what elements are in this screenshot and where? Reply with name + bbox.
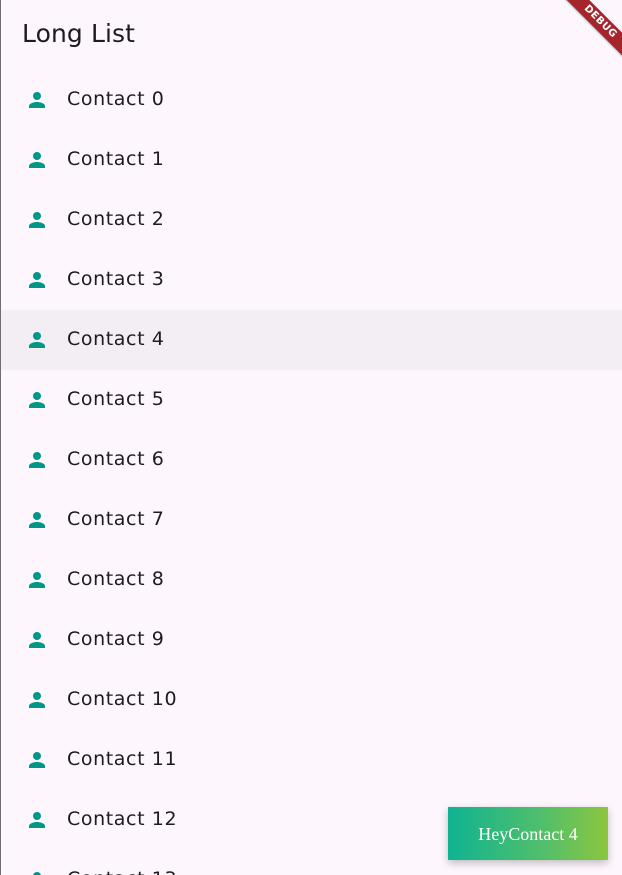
contact-name: Contact 8 — [67, 568, 165, 590]
contact-name: Contact 10 — [67, 688, 178, 710]
contact-name: Contact 6 — [67, 448, 165, 470]
person-icon — [25, 748, 49, 772]
list-item[interactable]: Contact 5 — [1, 370, 622, 430]
contact-name: Contact 4 — [67, 328, 165, 350]
hey-contact-button-label: HeyContact 4 — [478, 823, 578, 844]
list-item[interactable]: Contact 4 — [1, 310, 622, 370]
person-icon — [25, 148, 49, 172]
contact-name: Contact 7 — [67, 508, 165, 530]
person-icon — [25, 688, 49, 712]
person-icon — [25, 628, 49, 652]
list-item[interactable]: Contact 3 — [1, 250, 622, 310]
list-item[interactable]: Contact 0 — [1, 70, 622, 130]
list-item[interactable]: Contact 9 — [1, 610, 622, 670]
person-icon — [25, 508, 49, 532]
contact-list[interactable]: Contact 0 Contact 1 Contact 2 Contact 3 Cont… — [1, 70, 622, 875]
page-title: Long List — [22, 19, 136, 48]
app-bar: Long List — [1, 0, 622, 70]
contact-name: Contact 12 — [67, 808, 178, 830]
contact-name: Contact 1 — [67, 148, 165, 170]
list-item[interactable]: Contact 8 — [1, 550, 622, 610]
person-icon — [25, 448, 49, 472]
list-item[interactable]: Contact 11 — [1, 730, 622, 790]
list-item[interactable]: Contact 2 — [1, 190, 622, 250]
contact-name: Contact 2 — [67, 208, 165, 230]
list-item[interactable]: Contact 1 — [1, 130, 622, 190]
contact-name: Contact 5 — [67, 388, 165, 410]
app-window: Long List Contact 0 Contact 1 Contact 2 Con… — [0, 0, 622, 875]
person-icon — [25, 208, 49, 232]
person-icon — [25, 268, 49, 292]
list-item[interactable]: Contact 10 — [1, 670, 622, 730]
person-icon — [25, 868, 49, 875]
contact-name: Contact 0 — [67, 88, 165, 110]
person-icon — [25, 88, 49, 112]
contact-name: Contact 3 — [67, 268, 165, 290]
contact-name: Contact 11 — [67, 748, 178, 770]
contact-name: Contact 9 — [67, 628, 165, 650]
person-icon — [25, 388, 49, 412]
person-icon — [25, 568, 49, 592]
person-icon — [25, 808, 49, 832]
hey-contact-button[interactable]: HeyContact 4 — [448, 807, 608, 860]
list-item[interactable]: Contact 7 — [1, 490, 622, 550]
list-item[interactable]: Contact 6 — [1, 430, 622, 490]
person-icon — [25, 328, 49, 352]
contact-name: Contact 13 — [67, 866, 177, 875]
